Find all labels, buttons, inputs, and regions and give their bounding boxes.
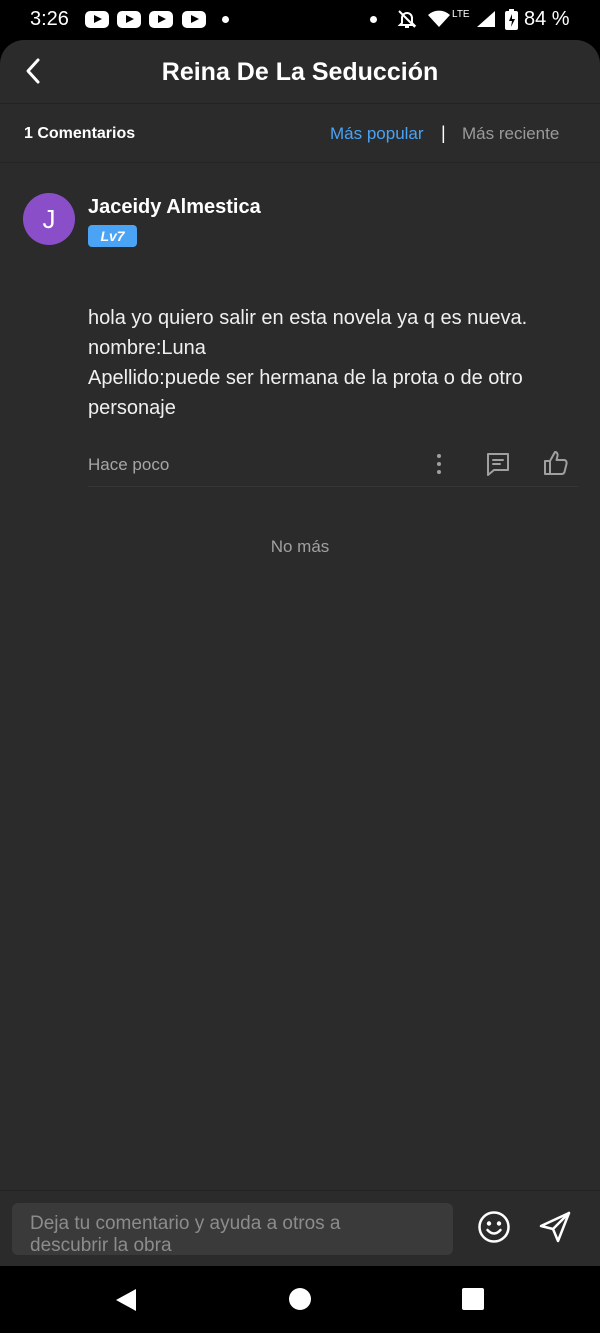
- send-button[interactable]: [537, 1209, 573, 1245]
- level-badge: Lv7: [88, 225, 137, 247]
- status-bar: 3:26 LTE 84 %: [0, 0, 600, 40]
- battery-icon: [505, 9, 518, 30]
- comment-author[interactable]: Jaceidy Almestica: [88, 196, 261, 219]
- alarm-off-icon: [397, 10, 417, 28]
- dot-icon: [370, 16, 377, 23]
- comment-input[interactable]: Deja tu comentario y ayuda a otros a des…: [12, 1203, 453, 1255]
- nav-back-button[interactable]: [114, 1287, 138, 1313]
- avatar[interactable]: J: [23, 193, 75, 245]
- comment-time: Hace poco: [88, 455, 170, 474]
- nav-home-button[interactable]: [289, 1288, 311, 1310]
- wifi-icon: [428, 10, 450, 27]
- input-placeholder: Deja tu comentario y ayuda a otros a: [30, 1213, 341, 1234]
- signal-icon: [477, 11, 495, 27]
- input-placeholder: descubrir la obra: [30, 1235, 172, 1255]
- triangle-back-icon: [116, 1289, 136, 1311]
- notification-dot-icon: [222, 16, 229, 23]
- end-of-list-label: No más: [270, 537, 330, 556]
- comment-input-bar: Deja tu comentario y ayuda a otros a des…: [0, 1190, 600, 1266]
- page-title: Reina De La Seducción: [161, 58, 439, 86]
- smiley-icon: [478, 1211, 510, 1243]
- status-time: 3:26: [30, 8, 69, 30]
- emoji-button[interactable]: [477, 1210, 511, 1244]
- filter-bar: 1 Comentarios Más popular | Más reciente: [0, 104, 600, 163]
- comments-screen: Reina De La Seducción 1 Comentarios Más …: [0, 40, 600, 1266]
- youtube-icon: [182, 11, 206, 28]
- sort-popular-tab[interactable]: Más popular: [330, 124, 424, 144]
- comment-line: personaje: [88, 397, 176, 419]
- battery-percent: 84 %: [524, 8, 570, 30]
- system-nav-bar: [0, 1266, 600, 1333]
- more-options-button[interactable]: [427, 452, 451, 476]
- sort-separator: |: [441, 123, 446, 143]
- youtube-icon: [117, 11, 141, 28]
- comment-count: 1 Comentarios: [24, 125, 136, 142]
- nav-recents-button[interactable]: [462, 1288, 484, 1310]
- comment-line: nombre:Luna: [88, 337, 206, 359]
- comment-line: Apellido:puede ser hermana de la prota o…: [88, 367, 523, 389]
- comment-body: hola yo quiero salir en esta novela ya q…: [88, 303, 527, 423]
- youtube-icon: [149, 11, 173, 28]
- thumbs-up-icon: [544, 451, 568, 475]
- sort-recent-tab[interactable]: Más reciente: [462, 124, 559, 144]
- header: Reina De La Seducción: [0, 40, 600, 104]
- divider: [88, 486, 578, 487]
- comment-item: J Jaceidy Almestica Lv7 hola yo quiero s…: [0, 164, 600, 488]
- comment-line: hola yo quiero salir en esta novela ya q…: [88, 307, 528, 329]
- reply-icon: [487, 453, 509, 476]
- reply-button[interactable]: [484, 450, 512, 478]
- more-vertical-icon: [437, 454, 441, 474]
- send-icon: [539, 1211, 571, 1243]
- youtube-icon: [85, 11, 109, 28]
- like-button[interactable]: [542, 449, 570, 477]
- network-type: LTE: [452, 9, 470, 20]
